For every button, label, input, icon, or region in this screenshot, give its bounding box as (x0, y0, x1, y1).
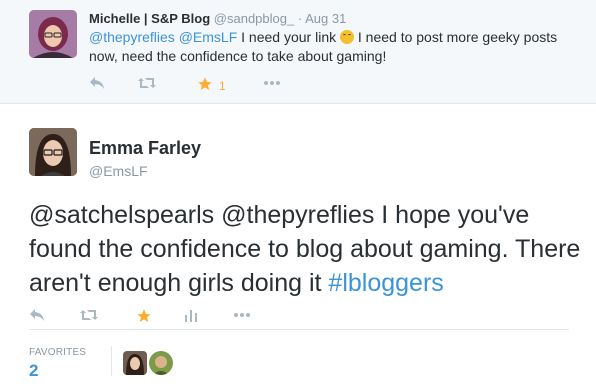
tweet-text: @satchelspearls @thepyreflies I hope you… (29, 198, 584, 300)
tweet-actions (29, 308, 329, 328)
avatar[interactable] (29, 10, 77, 58)
main-tweet: Emma Farley @EmsLF @satchelspearls @thep… (0, 104, 596, 388)
star-icon[interactable] (136, 308, 152, 330)
separator-dot: · (297, 11, 303, 26)
avatar[interactable] (123, 351, 147, 375)
reply-icon[interactable] (29, 308, 45, 328)
reply-header: Michelle | S&P Blog @sandpblog_ · Aug 31 (89, 10, 346, 27)
tweet-body: @satchelspearls @thepyreflies I hope you… (29, 201, 581, 297)
stats-icon[interactable] (184, 308, 198, 328)
author-name[interactable]: Emma Farley (89, 138, 201, 159)
avatar[interactable] (29, 128, 77, 176)
divider (111, 346, 112, 376)
hashtag-link[interactable]: #lbloggers (328, 269, 443, 297)
mention-link[interactable]: @thepyreflies (89, 29, 175, 45)
favorites-stats: FAVORITES 2 (29, 329, 569, 390)
more-icon[interactable] (263, 76, 281, 96)
author-handle[interactable]: @EmsLF (89, 163, 148, 179)
michelle-avatar-image (29, 10, 77, 58)
favorite-count: 1 (219, 79, 226, 93)
favorites-label: FAVORITES (29, 347, 87, 358)
star-icon[interactable] (197, 76, 213, 98)
retweet-icon[interactable] (79, 308, 99, 328)
more-icon[interactable] (233, 308, 251, 328)
author-name[interactable]: Michelle | S&P Blog (89, 11, 210, 26)
reply-icon[interactable] (89, 76, 105, 96)
retweet-icon[interactable] (137, 76, 157, 96)
timestamp[interactable]: Aug 31 (305, 11, 346, 26)
favorites-count[interactable]: 2 (29, 361, 38, 381)
reply-text-part: I need your link (241, 29, 337, 45)
author-handle[interactable]: @sandpblog_ (214, 11, 294, 26)
emma-avatar-image (29, 128, 77, 176)
reply-text: @thepyreflies @EmsLF I need your link I … (89, 28, 579, 66)
reply-tweet: Michelle | S&P Blog @sandpblog_ · Aug 31… (0, 0, 596, 104)
smiling-face-icon (340, 30, 354, 44)
mention-link[interactable]: @EmsLF (179, 29, 238, 45)
avatar[interactable] (149, 351, 173, 375)
